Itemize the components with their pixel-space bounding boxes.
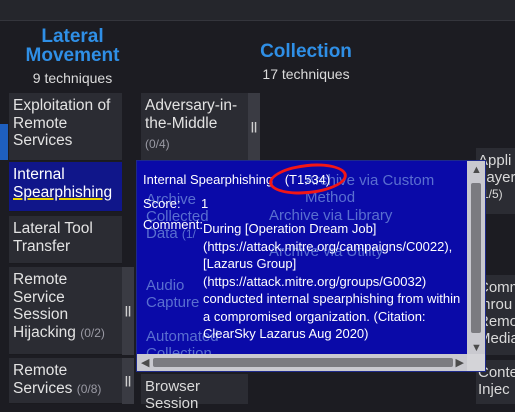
technique-label: Transfer [13, 237, 71, 255]
tactic-title: Movement [25, 45, 120, 66]
expand-handle[interactable]: || [122, 267, 134, 355]
scrollbar-corner [467, 354, 485, 371]
tactic-title: Lateral [41, 26, 104, 47]
technique-adversary-in-the-middle[interactable]: Adversary-in- the-Middle (0/4) [141, 93, 248, 161]
technique-label: Lateral Tool [13, 220, 93, 237]
technique-label: Hijacking (0/2) [13, 323, 105, 341]
background-technique-label: Audio Capture [146, 277, 200, 311]
tactic-header-lateral-movement[interactable]: Lateral Movement 9 techniques [10, 27, 135, 86]
subtechnique-count: (0/8) [76, 381, 102, 396]
score-value: 1 [201, 196, 209, 211]
technique-remote-services[interactable]: Remote Services (0/8) [9, 358, 122, 404]
scrollbar-thumb[interactable] [471, 183, 481, 333]
scrollbar-thumb[interactable] [153, 358, 453, 367]
tooltip-score-row: Score: 1 [143, 195, 208, 213]
scroll-left-icon[interactable]: ◀ [141, 356, 149, 369]
tactic-title: Collection [260, 41, 352, 62]
left-edge-bar [0, 124, 8, 160]
comment-label: Comment: [143, 217, 203, 232]
technique-lateral-tool-transfer[interactable]: Lateral Tool Transfer [9, 216, 122, 264]
comment-text: During [Operation Dream Job] (https://at… [203, 221, 461, 341]
technique-exploitation-of-remote-services[interactable]: Exploitation of Remote Services [9, 93, 122, 161]
technique-label: Exploitation of [13, 97, 111, 114]
expand-handle[interactable]: || [248, 93, 260, 161]
technique-label: Services [13, 132, 73, 149]
technique-label: Session [13, 306, 69, 323]
technique-count: 9 techniques [32, 70, 113, 86]
technique-label: Remote [13, 114, 68, 132]
tooltip-horizontal-scrollbar[interactable]: ◀ ▶ [137, 354, 468, 371]
score-label: Score: [143, 196, 181, 211]
technique-label: Spearphishing [13, 183, 113, 201]
subtechnique-count: (0/2) [80, 325, 105, 340]
technique-label: Injec [478, 381, 510, 398]
expand-handle[interactable]: || [122, 358, 134, 404]
technique-label: Remote [13, 271, 68, 288]
subtechnique-count: (0/4) [145, 137, 170, 151]
technique-remote-service-session-hijacking[interactable]: Remote Service Session Hijacking (0/2) [9, 267, 122, 355]
technique-label: the-Middle [145, 114, 218, 132]
tactic-header-collection[interactable]: Collection 17 techniques [243, 42, 369, 82]
technique-label: Adversary-in- [145, 97, 238, 114]
top-toolbar-strip [0, 0, 515, 21]
scroll-down-icon[interactable]: ▼ [471, 342, 482, 354]
technique-label: Browser [145, 378, 201, 395]
scroll-up-icon[interactable]: ▲ [471, 164, 482, 176]
tooltip-vertical-scrollbar[interactable]: ▲ ▼ [467, 161, 485, 356]
technique-label: Services (0/8) [13, 379, 102, 397]
technique-label: Internal [13, 166, 65, 183]
technique-browser-session[interactable]: Browser Session [141, 374, 248, 412]
technique-internal-spearphishing[interactable]: Internal Spearphishing [9, 162, 122, 212]
scroll-right-icon[interactable]: ▶ [456, 356, 464, 369]
technique-label: Service [13, 288, 65, 306]
technique-count: 17 techniques [262, 66, 350, 82]
tooltip-technique-name: Internal Spearphishing [143, 172, 274, 187]
technique-label: Remote [13, 362, 68, 379]
